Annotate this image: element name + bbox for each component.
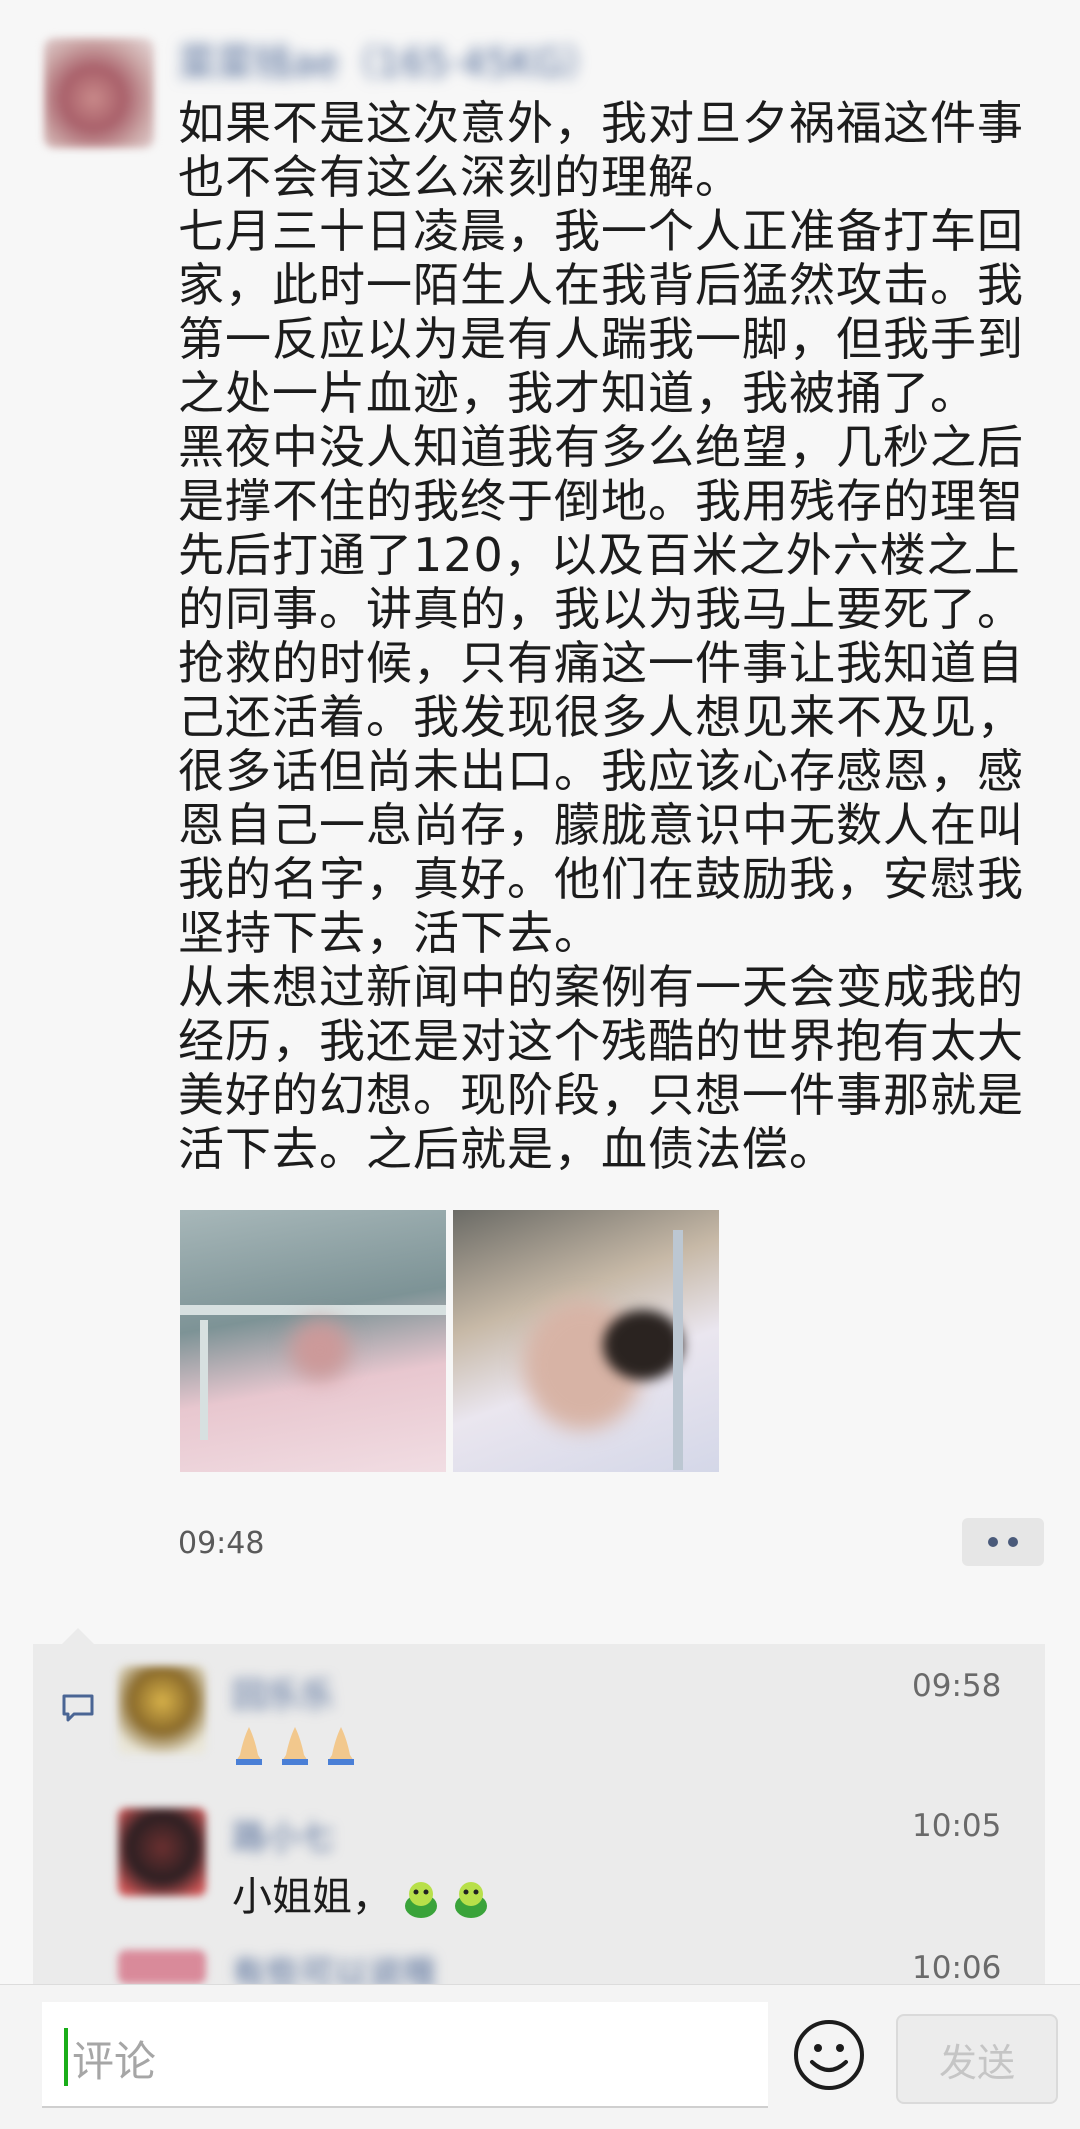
post-paragraph: 如果不是这次意外，我对旦夕祸福这件事也不会有这么深刻的理解。 [178,96,1024,204]
comment-time: 10:05 [912,1808,1002,1844]
comment-author[interactable]: 路小七 [232,1810,334,1859]
post-photo-hospital-bed[interactable] [180,1210,446,1472]
comment-time: 09:58 [912,1668,1002,1704]
comment-author[interactable]: 回乐乐 [232,1668,334,1717]
frog-emoji-icon [405,1882,437,1918]
post-text: 如果不是这次意外，我对旦夕祸福这件事也不会有这么深刻的理解。 七月三十日凌晨，我… [178,96,1058,1176]
poster-name[interactable]: 菜菜钱ae（165·45KG） [178,32,638,85]
bed-rail [200,1320,208,1440]
hair [603,1310,683,1380]
comment-time: 10:06 [912,1950,1002,1984]
post-photo-patient[interactable] [453,1210,719,1472]
comment-text-content: 小姐姐， [232,1874,392,1920]
blurred-face [290,1320,350,1380]
post-paragraph: 七月三十日凌晨，我一个人正准备打车回家，此时一陌生人在我背后猛然攻击。我第一反应… [178,204,1024,420]
emoji-icon[interactable] [792,2018,866,2092]
comment-icon [62,1694,94,1722]
frog-emoji-icon [455,1882,487,1918]
post-paragraph: 从未想过新闻中的案例有一天会变成我的经历，我还是对这个残酷的世界抱有太大美好的幻… [178,960,1024,1176]
comment-avatar[interactable] [118,1808,206,1896]
post-paragraph: 黑夜中没人知道我有多么绝望，几秒之后是撑不住的我终于倒地。我用残存的理智先后打通… [178,420,1024,636]
comment-input-placeholder: 评论 [72,2037,157,2086]
send-button[interactable]: 发送 [896,2014,1058,2104]
bed-rail [180,1305,446,1315]
comment-text [232,1720,370,1766]
comment-avatar[interactable] [118,1950,206,1984]
comments-arrow [62,1628,94,1644]
dot-icon [988,1537,998,1547]
dot-icon [1008,1537,1018,1547]
bed-rail [673,1230,683,1470]
text-cursor [64,2028,68,2086]
post-time: 09:48 [178,1526,265,1561]
comment-avatar[interactable] [118,1666,206,1754]
comment-text: 小姐姐， [232,1864,492,1922]
post-paragraph: 抢救的时候，只有痛这一件事让我知道自己还活着。我发现很多人想见来不及见，很多话但… [178,636,1024,960]
praying-hands-icon [328,1727,354,1765]
poster-avatar[interactable] [44,38,154,148]
praying-hands-icon [282,1727,308,1765]
praying-hands-icon [236,1727,262,1765]
more-options-button[interactable] [962,1518,1044,1566]
